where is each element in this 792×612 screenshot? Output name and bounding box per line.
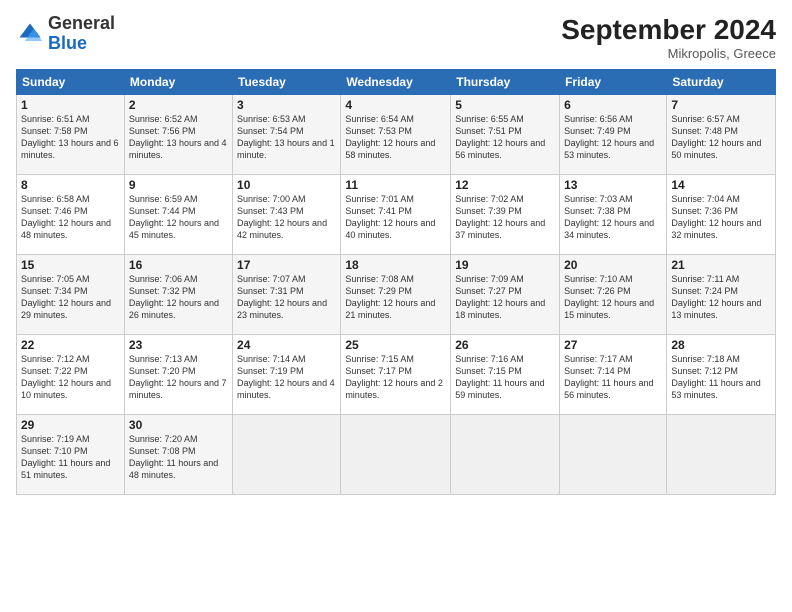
day-week2-col3: 18Sunrise: 7:08 AMSunset: 7:29 PMDayligh… [341,255,451,335]
day-week2-col1: 16Sunrise: 7:06 AMSunset: 7:32 PMDayligh… [124,255,232,335]
day-week0-col2: 3Sunrise: 6:53 AMSunset: 7:54 PMDaylight… [233,95,341,175]
col-sunday: Sunday [17,70,125,95]
day-week4-col1: 30Sunrise: 7:20 AMSunset: 7:08 PMDayligh… [124,415,232,495]
day-week3-col1: 23Sunrise: 7:13 AMSunset: 7:20 PMDayligh… [124,335,232,415]
page: General Blue September 2024 Mikropolis, … [0,0,792,612]
month-title: September 2024 [561,14,776,46]
header: General Blue September 2024 Mikropolis, … [16,14,776,61]
week-row-4: 29Sunrise: 7:19 AMSunset: 7:10 PMDayligh… [17,415,776,495]
day-1: 1Sunrise: 6:51 AMSunset: 7:58 PMDaylight… [17,95,125,175]
day-week1-col1: 9Sunrise: 6:59 AMSunset: 7:44 PMDaylight… [124,175,232,255]
col-wednesday: Wednesday [341,70,451,95]
week-row-1: 8Sunrise: 6:58 AMSunset: 7:46 PMDaylight… [17,175,776,255]
day-week2-col0: 15Sunrise: 7:05 AMSunset: 7:34 PMDayligh… [17,255,125,335]
week-row-3: 22Sunrise: 7:12 AMSunset: 7:22 PMDayligh… [17,335,776,415]
day-week2-col5: 20Sunrise: 7:10 AMSunset: 7:26 PMDayligh… [560,255,667,335]
col-saturday: Saturday [667,70,776,95]
day-week4-col5 [560,415,667,495]
logo-icon [16,20,44,48]
day-week2-col2: 17Sunrise: 7:07 AMSunset: 7:31 PMDayligh… [233,255,341,335]
day-week3-col3: 25Sunrise: 7:15 AMSunset: 7:17 PMDayligh… [341,335,451,415]
logo-text: General Blue [48,14,115,54]
day-week0-col1: 2Sunrise: 6:52 AMSunset: 7:56 PMDaylight… [124,95,232,175]
day-week1-col6: 14Sunrise: 7:04 AMSunset: 7:36 PMDayligh… [667,175,776,255]
day-week3-col5: 27Sunrise: 7:17 AMSunset: 7:14 PMDayligh… [560,335,667,415]
title-area: September 2024 Mikropolis, Greece [561,14,776,61]
location: Mikropolis, Greece [561,46,776,61]
day-week1-col2: 10Sunrise: 7:00 AMSunset: 7:43 PMDayligh… [233,175,341,255]
header-row: Sunday Monday Tuesday Wednesday Thursday… [17,70,776,95]
day-week4-col2 [233,415,341,495]
day-week0-col6: 7Sunrise: 6:57 AMSunset: 7:48 PMDaylight… [667,95,776,175]
day-week1-col3: 11Sunrise: 7:01 AMSunset: 7:41 PMDayligh… [341,175,451,255]
week-row-2: 15Sunrise: 7:05 AMSunset: 7:34 PMDayligh… [17,255,776,335]
col-friday: Friday [560,70,667,95]
col-thursday: Thursday [451,70,560,95]
day-week1-col5: 13Sunrise: 7:03 AMSunset: 7:38 PMDayligh… [560,175,667,255]
day-week3-col2: 24Sunrise: 7:14 AMSunset: 7:19 PMDayligh… [233,335,341,415]
col-monday: Monday [124,70,232,95]
day-week4-col3 [341,415,451,495]
day-week0-col3: 4Sunrise: 6:54 AMSunset: 7:53 PMDaylight… [341,95,451,175]
day-week0-col4: 5Sunrise: 6:55 AMSunset: 7:51 PMDaylight… [451,95,560,175]
day-week3-col0: 22Sunrise: 7:12 AMSunset: 7:22 PMDayligh… [17,335,125,415]
day-week4-col0: 29Sunrise: 7:19 AMSunset: 7:10 PMDayligh… [17,415,125,495]
day-week4-col4 [451,415,560,495]
day-week0-col5: 6Sunrise: 6:56 AMSunset: 7:49 PMDaylight… [560,95,667,175]
col-tuesday: Tuesday [233,70,341,95]
day-week4-col6 [667,415,776,495]
day-week3-col6: 28Sunrise: 7:18 AMSunset: 7:12 PMDayligh… [667,335,776,415]
calendar-table: Sunday Monday Tuesday Wednesday Thursday… [16,69,776,495]
day-week2-col4: 19Sunrise: 7:09 AMSunset: 7:27 PMDayligh… [451,255,560,335]
day-week1-col4: 12Sunrise: 7:02 AMSunset: 7:39 PMDayligh… [451,175,560,255]
day-week3-col4: 26Sunrise: 7:16 AMSunset: 7:15 PMDayligh… [451,335,560,415]
day-week2-col6: 21Sunrise: 7:11 AMSunset: 7:24 PMDayligh… [667,255,776,335]
day-week1-col0: 8Sunrise: 6:58 AMSunset: 7:46 PMDaylight… [17,175,125,255]
logo: General Blue [16,14,115,54]
week-row-0: 1Sunrise: 6:51 AMSunset: 7:58 PMDaylight… [17,95,776,175]
